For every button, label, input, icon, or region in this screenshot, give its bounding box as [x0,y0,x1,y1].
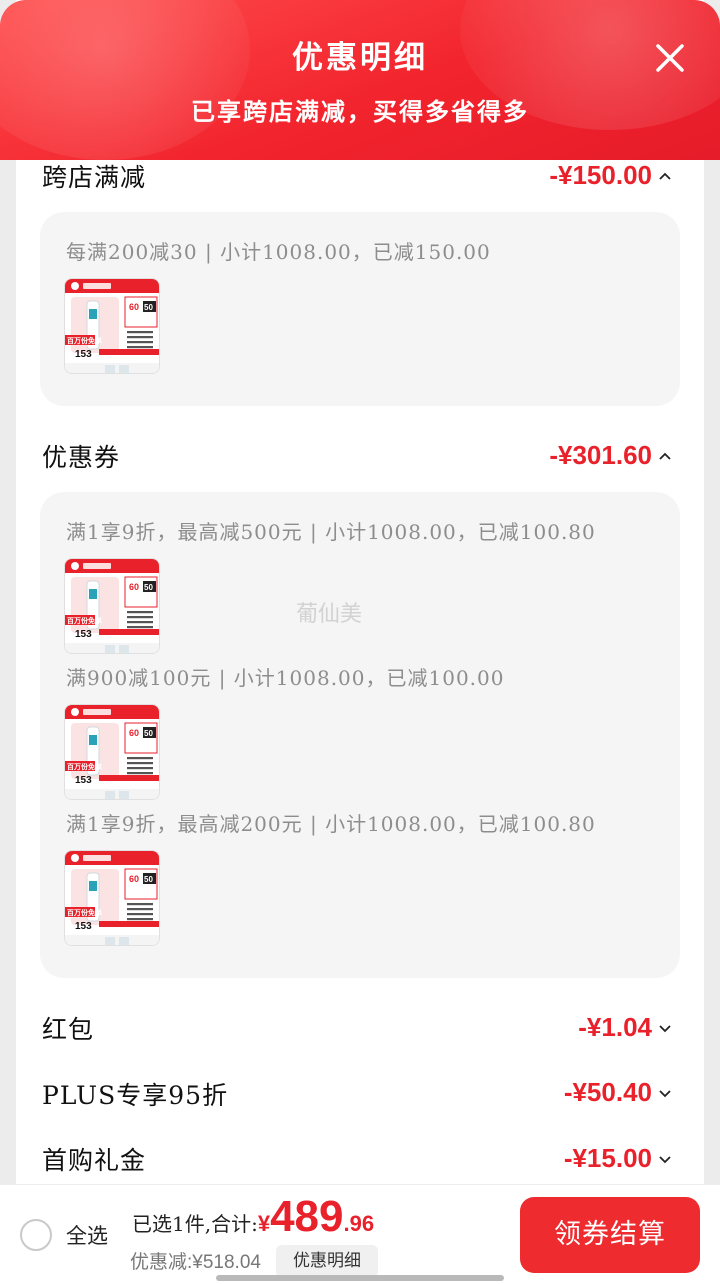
discount-detail-button[interactable]: 优惠明细 [276,1245,378,1277]
chevron-down-icon [659,1155,671,1163]
product-thumbnail[interactable]: 60 50 百万份免单 153 [64,850,160,946]
rule-text: 满1享9折，最高减200元 | 小计1008.00，已减100.80 [66,812,596,836]
svg-text:60: 60 [129,728,139,738]
discount-total: 优惠减:¥518.04 [130,1252,261,1273]
svg-text:百万份免单: 百万份免单 [67,336,102,345]
product-thumbnail[interactable]: 60 50 百万份免单 153 [64,704,160,800]
section-amount-cross-store[interactable]: -¥150.00 [549,160,672,191]
total-amount-integer: 489 [270,1192,344,1241]
currency-symbol: ¥ [257,1211,271,1236]
rule-text: 满1享9折，最高减500元 | 小计1008.00，已减100.80 [66,520,596,544]
chevron-up-icon [659,172,671,180]
svg-text:153: 153 [75,629,92,640]
svg-text:50: 50 [144,303,153,312]
checkout-button[interactable]: 领券结算 [520,1197,700,1273]
product-image: 60 50 百万份免单 153 [65,559,159,653]
amount-value: -¥50.40 [563,1077,652,1107]
watermark: 葡仙美 [296,602,363,627]
svg-text:百万份免单: 百万份免单 [67,616,102,625]
section-title-cross-store: 跨店满减 [42,163,147,192]
sheet-header: 优惠明细 已享跨店满减，买得多省得多 [0,0,720,160]
amount-value: -¥150.00 [549,160,652,190]
select-all-label[interactable]: 全选 [66,1220,108,1250]
svg-text:百万份免单: 百万份免单 [67,908,102,917]
amount-value: -¥1.04 [578,1012,652,1042]
rule-text: 每满200减30 | 小计1008.00，已减150.00 [66,240,491,264]
section-amount-coupon[interactable]: -¥301.60 [549,440,672,471]
product-image: 60 50 百万份免单 153 [65,279,159,373]
svg-text:百万份免单: 百万份免单 [67,762,102,771]
product-image: 60 50 百万份免单 153 [65,851,159,945]
selected-count-label: 已选1件,合计: [132,1212,258,1236]
svg-text:50: 50 [144,875,153,884]
home-indicator [216,1275,504,1281]
section-title-first-purchase: 首购礼金 [42,1146,147,1175]
section-amount-red-packet[interactable]: -¥1.04 [578,1012,672,1043]
amount-value: -¥15.00 [563,1143,652,1173]
amount-value: -¥301.60 [549,440,652,470]
section-title-red-packet: 红包 [42,1015,95,1044]
svg-text:50: 50 [144,583,153,592]
sheet-subtitle: 已享跨店满减，买得多省得多 [191,97,529,126]
section-title-coupon: 优惠券 [42,443,121,472]
svg-text:153: 153 [75,775,92,786]
svg-text:153: 153 [75,349,92,360]
sheet-title: 优惠明细 [292,40,428,76]
rule-text: 满900减100元 | 小计1008.00，已减100.00 [66,666,505,690]
product-thumbnail[interactable]: 60 50 百万份免单 153 [64,278,160,374]
chevron-down-icon [659,1089,671,1097]
section-amount-first-purchase[interactable]: -¥15.00 [564,1143,672,1174]
chevron-down-icon [659,1024,671,1032]
svg-text:60: 60 [129,582,139,592]
product-image: 60 50 百万份免单 153 [65,705,159,799]
checkout-bar: 全选 已选1件,合计: ¥ 489 .96 优惠减:¥518.04 优惠明细 领… [0,1184,720,1284]
total-amount-decimal: .96 [343,1211,375,1236]
select-all-checkbox[interactable] [20,1219,52,1251]
total-summary: 已选1件,合计: ¥ 489 .96 [132,1195,374,1245]
header-glow [0,0,250,160]
svg-text:153: 153 [75,921,92,932]
svg-text:50: 50 [144,729,153,738]
product-thumbnail[interactable]: 60 50 百万份免单 153 [64,558,160,654]
chevron-up-icon [659,452,671,460]
section-title-plus: PLUS专享95折 [42,1081,229,1110]
svg-text:60: 60 [129,302,139,312]
svg-text:60: 60 [129,874,139,884]
section-amount-plus[interactable]: -¥50.40 [564,1077,672,1108]
close-icon[interactable] [648,36,692,80]
